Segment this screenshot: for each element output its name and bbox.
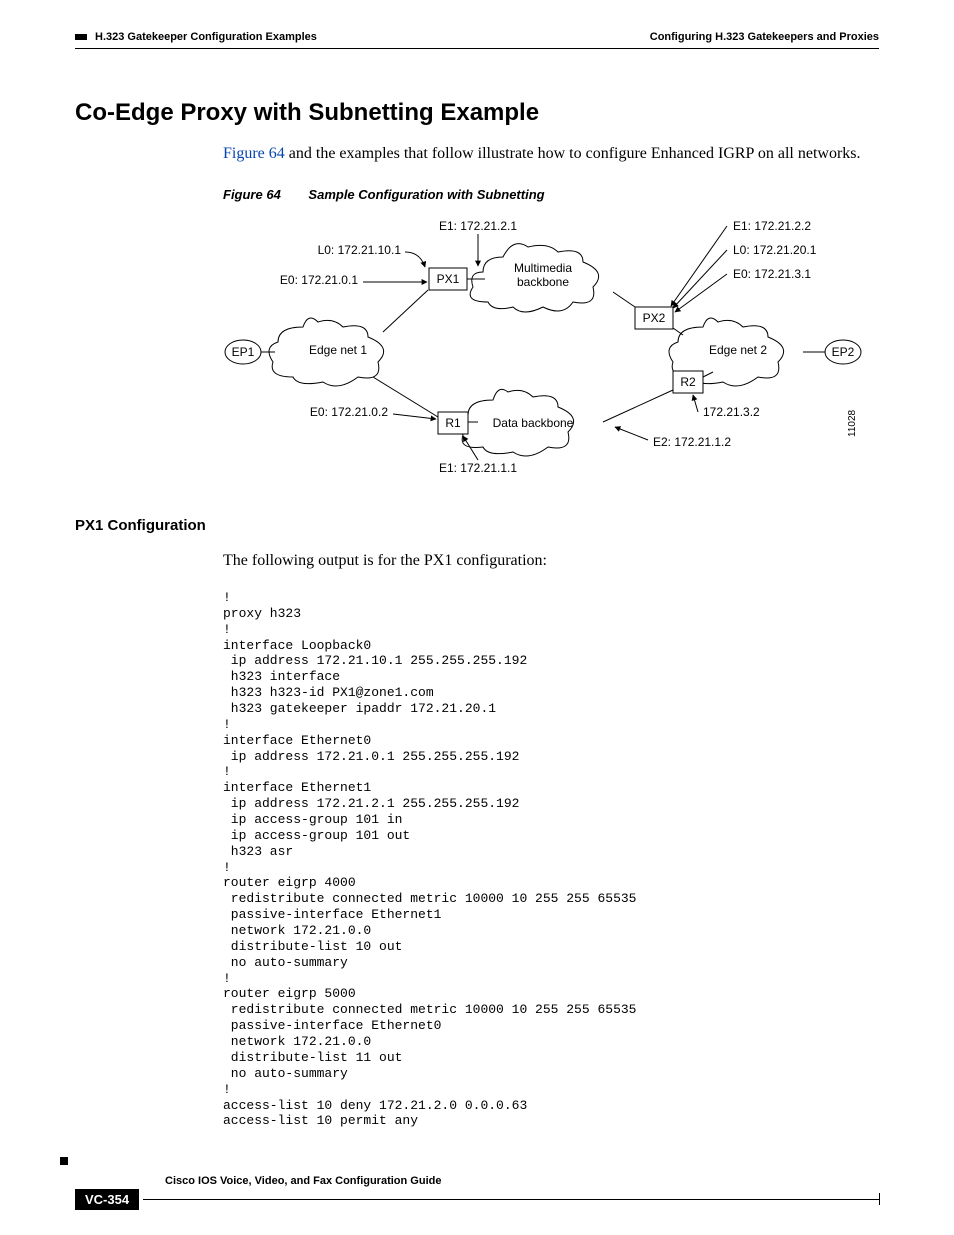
diagram-label: Data backbone — [493, 416, 574, 430]
lead-rest: and the examples that follow illustrate … — [285, 145, 861, 162]
diagram-node-px1: PX1 — [437, 272, 460, 286]
diagram-label: Multimedia — [514, 261, 572, 275]
figure-number: Figure 64 — [223, 187, 281, 202]
figure-link[interactable]: Figure 64 — [223, 145, 285, 162]
diagram-node-px2: PX2 — [643, 311, 666, 325]
page-title: Co-Edge Proxy with Subnetting Example — [75, 99, 879, 127]
diagram-node-ep1: EP1 — [232, 345, 255, 359]
diagram-label: L0: 172.21.10.1 — [318, 243, 402, 257]
header-left: H.323 Gatekeeper Configuration Examples — [95, 31, 317, 43]
footer-guide-title: Cisco IOS Voice, Video, and Fax Configur… — [165, 1175, 879, 1187]
diagram-node-ep2: EP2 — [832, 345, 855, 359]
diagram-label: E2: 172.21.1.2 — [653, 435, 731, 449]
lead-paragraph: Figure 64 and the examples that follow i… — [223, 145, 879, 163]
diagram-label: E0: 172.21.0.2 — [310, 405, 388, 419]
footer-marker-icon — [60, 1157, 68, 1165]
subheading-px1: PX1 Configuration — [75, 517, 879, 534]
diagram-id: 11028 — [847, 409, 858, 437]
diagram-node-r1: R1 — [445, 416, 461, 430]
diagram-node-r2: R2 — [680, 375, 696, 389]
diagram-label: backbone — [517, 275, 569, 289]
footer-rule — [143, 1199, 879, 1200]
figure-title: Sample Configuration with Subnetting — [308, 187, 544, 202]
diagram-label: E1: 172.21.2.2 — [733, 219, 811, 233]
diagram-label: Edge net 2 — [709, 343, 767, 357]
px1-intro: The following output is for the PX1 conf… — [223, 552, 879, 570]
diagram-label: Edge net 1 — [309, 343, 367, 357]
page-footer: Cisco IOS Voice, Video, and Fax Configur… — [75, 1175, 879, 1210]
edge-mark-icon — [879, 1193, 880, 1205]
diagram-label: E1: 172.21.2.1 — [439, 219, 517, 233]
figure-diagram: Multimedia backbone PX1 PX2 E1: 172.21.2… — [223, 212, 879, 487]
header-rule — [75, 48, 879, 49]
diagram-label: 172.21.3.2 — [703, 405, 760, 419]
diagram-label: L0: 172.21.20.1 — [733, 243, 817, 257]
header-right: Configuring H.323 Gatekeepers and Proxie… — [650, 31, 879, 43]
diagram-label: E0: 172.21.0.1 — [280, 273, 358, 287]
diagram-label: E1: 172.21.1.1 — [439, 461, 517, 475]
figure-caption: Figure 64 Sample Configuration with Subn… — [223, 187, 879, 202]
diagram-label: E0: 172.21.3.1 — [733, 267, 811, 281]
px1-config-code: ! proxy h323 ! interface Loopback0 ip ad… — [223, 590, 879, 1129]
page-number: VC-354 — [75, 1189, 139, 1210]
header-marker-icon — [75, 30, 89, 44]
